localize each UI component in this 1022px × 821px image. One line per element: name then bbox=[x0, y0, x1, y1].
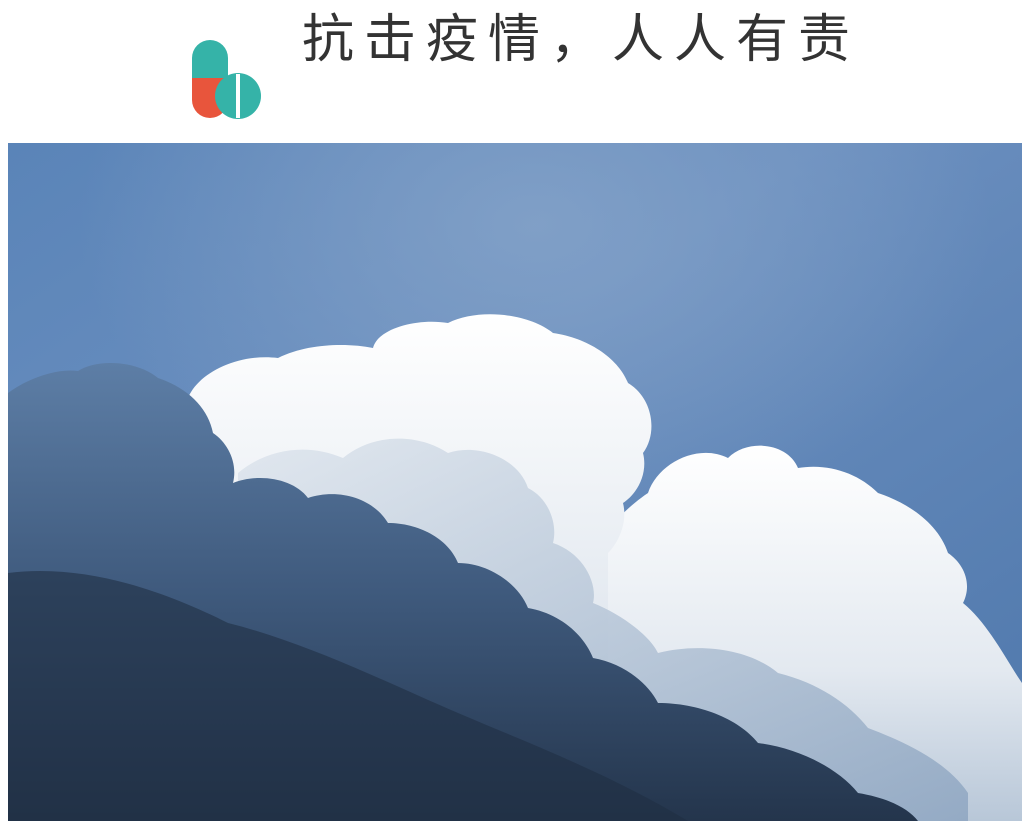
pill-capsule-icon bbox=[192, 40, 261, 119]
cloud-photo bbox=[8, 143, 1022, 821]
cloud-photo-image bbox=[8, 143, 1022, 821]
slogan-title: 抗击疫情，人人有责 bbox=[302, 10, 861, 70]
article-header: 抗击疫情，人人有责 bbox=[0, 0, 1022, 140]
